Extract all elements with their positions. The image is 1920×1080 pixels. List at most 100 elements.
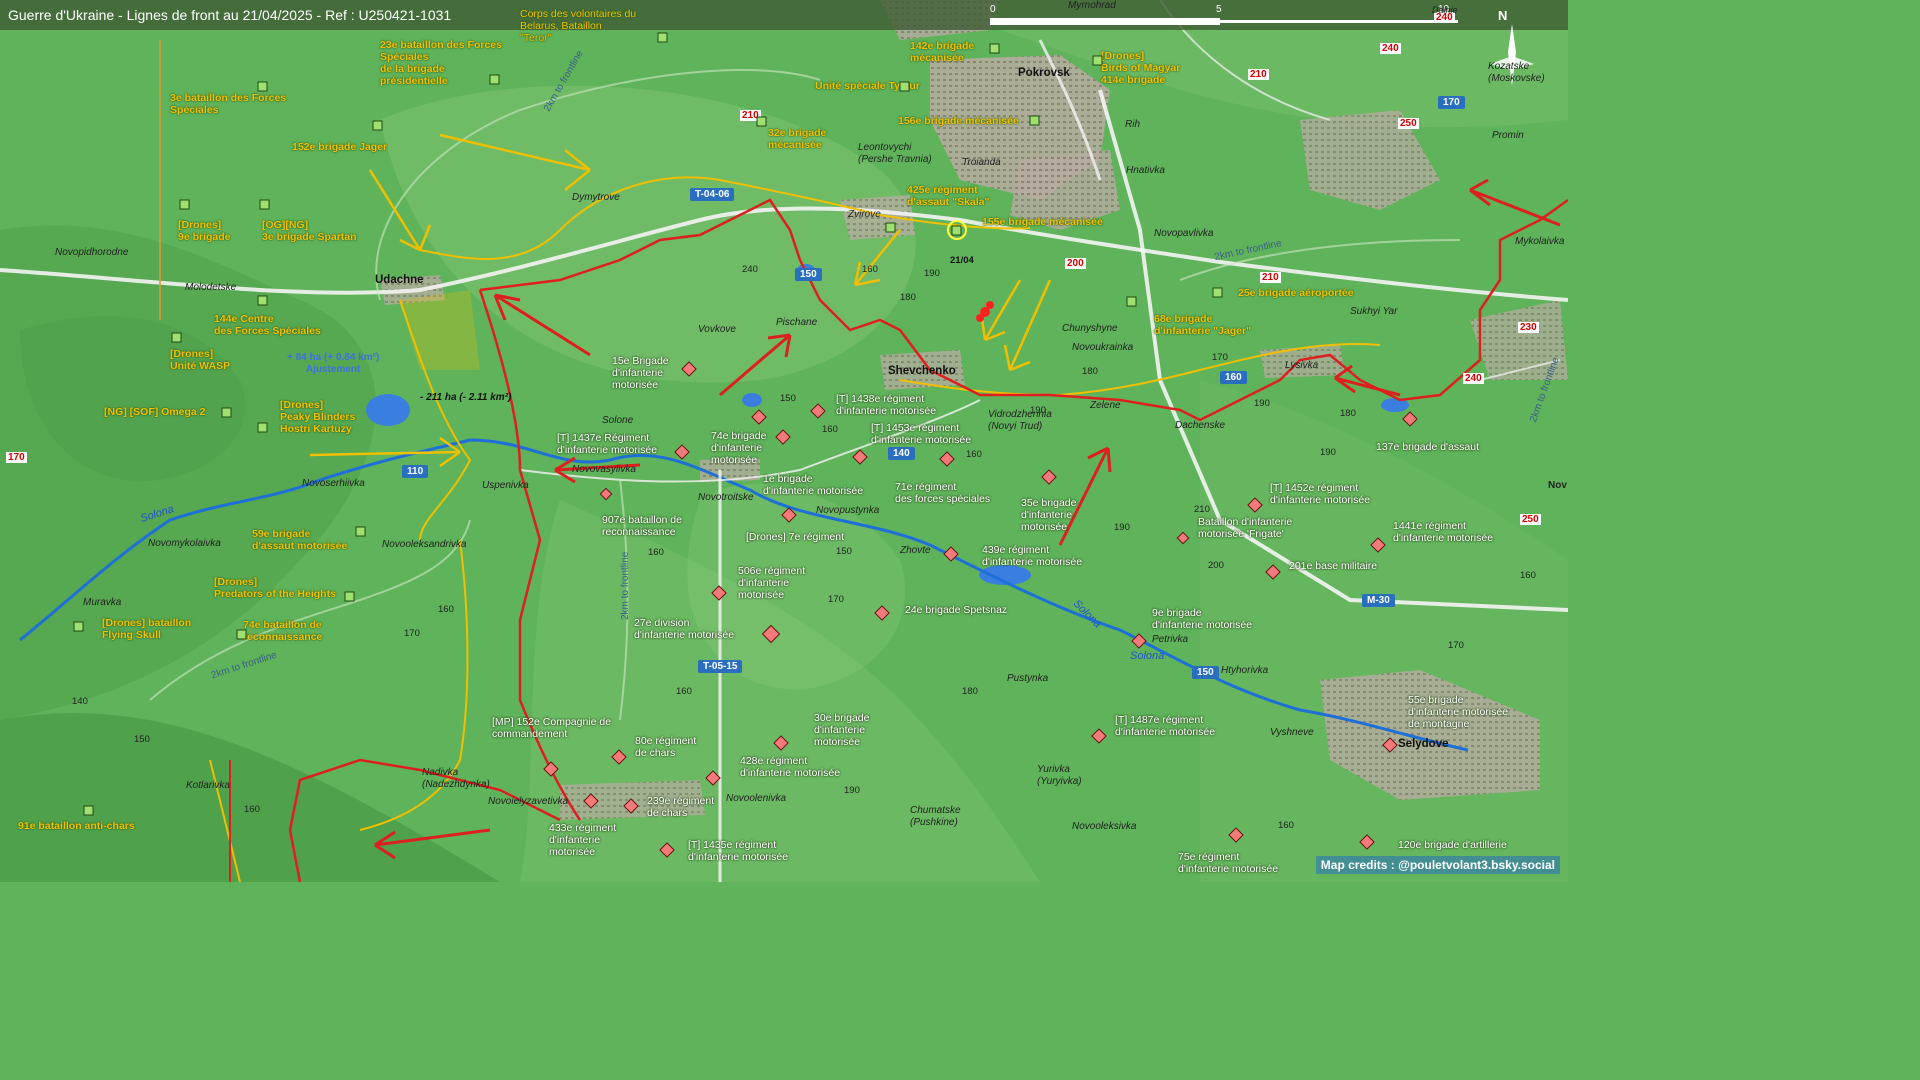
loss-annotation: - 211 ha (- 2.11 km²) bbox=[420, 392, 512, 403]
ua-unit-label[interactable]: 32e brigade mécanisée bbox=[768, 127, 826, 151]
ua-unit-label[interactable]: Unité spéciale Tymur bbox=[815, 80, 920, 92]
ua-unit-label[interactable]: 23e bataillon des Forces Spéciales de la… bbox=[380, 39, 502, 87]
ua-unit-label[interactable]: 68e brigade d'infanterie "Jager" bbox=[1154, 313, 1251, 337]
ua-unit-label[interactable]: [Drones] Birds of Magyar 414e brigade bbox=[1101, 50, 1180, 86]
ru-unit-label[interactable]: 55e brigade d'infanterie motorisée de mo… bbox=[1408, 694, 1508, 730]
elevation-label: 170 bbox=[1212, 352, 1228, 363]
road-shield-150b: 150 bbox=[1192, 666, 1219, 679]
town-label: Hnativka bbox=[1126, 165, 1165, 176]
ru-unit-label[interactable]: 1e brigade d'infanterie motorisée bbox=[763, 473, 863, 497]
road-shield-140: 140 bbox=[888, 447, 915, 460]
town-label: Htyhorivka bbox=[1221, 665, 1269, 676]
ru-unit-label[interactable]: 9e brigade d'infanterie motorisée bbox=[1152, 607, 1252, 631]
ua-unit-label[interactable]: 142e brigade mécanisée bbox=[910, 40, 974, 64]
town-label: Chumatske (Pushkine) bbox=[910, 805, 961, 828]
ru-unit-label[interactable]: 201e base militaire bbox=[1289, 560, 1377, 572]
ru-unit-label[interactable]: [T] 1435e régiment d'infanterie motorisé… bbox=[688, 839, 788, 863]
ru-unit-label[interactable]: 506e régiment d'infanterie motorisée bbox=[738, 565, 805, 601]
ru-unit-label[interactable]: 120e brigade d'artillerie bbox=[1398, 839, 1507, 851]
ru-unit-label[interactable]: 433e régiment d'infanterie motorisée bbox=[549, 822, 616, 858]
ru-unit-label[interactable]: 1441e régiment d'infanterie motorisée bbox=[1393, 520, 1493, 544]
elevation-label: 160 bbox=[244, 804, 260, 815]
ru-unit-label[interactable]: 71e régiment des forces spéciales bbox=[895, 481, 990, 505]
ua-unit-label[interactable]: 155e brigade mécanisée bbox=[982, 216, 1103, 228]
ru-unit-label[interactable]: 24e brigade Spetsnaz bbox=[905, 604, 1007, 616]
ua-unit-label[interactable]: 91e bataillon anti-chars bbox=[18, 820, 135, 832]
town-label: Muravka bbox=[83, 597, 122, 608]
ru-unit-label[interactable]: 80e régiment de chars bbox=[635, 735, 696, 759]
ua-unit-label[interactable]: 25e brigade aéroportée bbox=[1238, 287, 1354, 299]
ru-unit-label[interactable]: 15e Brigade d'infanterie motorisée bbox=[612, 355, 669, 391]
ru-unit-label[interactable]: 30e brigade d'infanterie motorisée bbox=[814, 712, 869, 748]
ru-unit-label[interactable]: 35e brigade d'infanterie motorisée bbox=[1021, 497, 1076, 533]
ua-unit-label[interactable]: 74e bataillon de reconnaissance bbox=[243, 619, 322, 643]
ru-unit-label[interactable]: [T] 1487e régiment d'infanterie motorisé… bbox=[1115, 714, 1215, 738]
road-shield-110: 110 bbox=[402, 465, 429, 478]
town-label: Novovasylivka bbox=[572, 464, 636, 475]
city-label: Selydove bbox=[1398, 738, 1449, 750]
town-label: Novooleksivka bbox=[1072, 821, 1137, 832]
ru-unit-label[interactable]: 137e brigade d'assaut bbox=[1376, 441, 1479, 453]
ua-unit-label[interactable]: 152e brigade Jager bbox=[292, 141, 387, 153]
town-label: Pustynka bbox=[1007, 673, 1049, 684]
elevation-label: 160 bbox=[676, 686, 692, 697]
map-credits[interactable]: Map credits : @pouletvolant3.bsky.social bbox=[1315, 856, 1560, 874]
elevation-label: 160 bbox=[1278, 820, 1294, 831]
elevation-label: 240 bbox=[742, 264, 758, 275]
elevation-label: 180 bbox=[900, 292, 916, 303]
ru-unit-label[interactable]: 75e régiment d'infanterie motorisée bbox=[1178, 851, 1278, 875]
town-label: Myrnohrad bbox=[1068, 0, 1116, 11]
ru-unit-label[interactable]: 239e régiment de chars bbox=[647, 795, 714, 819]
town-label: Pischane bbox=[776, 317, 818, 328]
elevation-label: 190 bbox=[1114, 522, 1130, 533]
ru-unit-label[interactable]: [T] 1437e Régiment d'infanterie motorisé… bbox=[557, 432, 657, 456]
ru-unit-label[interactable]: [MP] 152e Compagnie de commandement bbox=[492, 716, 611, 740]
ua-unit-label[interactable]: [OG][NG] 3e brigade Spartan bbox=[262, 219, 357, 243]
ru-unit-label[interactable]: [T] 1453e régiment d'infanterie motorisé… bbox=[871, 422, 971, 446]
ua-unit-label[interactable]: [Drones] Peaky Blinders Hostri Kartuzy bbox=[280, 399, 355, 435]
elevation-label: 160 bbox=[862, 264, 878, 275]
town-label: Leontovychi (Pershe Travnia) bbox=[858, 142, 932, 165]
town-label: Zelene bbox=[1090, 400, 1121, 411]
ua-unit-label[interactable]: [Drones] Unité WASP bbox=[170, 348, 230, 372]
ua-unit-label[interactable]: 3e bataillon des Forces Spéciales bbox=[170, 92, 286, 116]
ru-unit-label[interactable]: [T] 1452e régiment d'infanterie motorisé… bbox=[1270, 482, 1370, 506]
ru-unit-label[interactable]: 27e division d'infanterie motorisée bbox=[634, 617, 734, 641]
ru-unit-label[interactable]: 74e brigade d'infanterie motorisée bbox=[711, 430, 766, 466]
ua-unit-label[interactable]: [Drones] bataillon Flying Skull bbox=[102, 617, 191, 641]
town-label: Lysivka bbox=[1285, 360, 1319, 371]
ua-unit-label[interactable]: 144e Centre des Forces Spéciales bbox=[214, 313, 321, 337]
ru-unit-label[interactable]: [Drones] 7e régiment bbox=[746, 531, 844, 543]
elevation-label: 160 bbox=[648, 547, 664, 558]
ru-unit-label[interactable]: Bataillon d'infanterie motorisée 'Frigat… bbox=[1198, 516, 1292, 540]
front-line-map[interactable]: Guerre d'Ukraine - Lignes de front au 21… bbox=[0, 0, 1568, 882]
town-label: Zhovte bbox=[900, 545, 931, 556]
town-label: Dalnie bbox=[1432, 5, 1458, 15]
town-label: Novopustynka bbox=[816, 505, 880, 516]
ru-unit-label[interactable]: 428e régiment d'infanterie motorisée bbox=[740, 755, 840, 779]
road-number: 250 bbox=[1398, 118, 1419, 129]
ua-unit-label[interactable]: [Drones] Predators of the Heights bbox=[214, 576, 336, 600]
ua-unit-label[interactable]: 59e brigade d'assaut motorisée bbox=[252, 528, 347, 552]
town-label: Molodetske bbox=[185, 282, 237, 293]
road-shield-160: 160 bbox=[1220, 371, 1247, 384]
ua-unit-label[interactable]: 156e brigade mécanisée bbox=[898, 115, 1019, 127]
ua-unit-label[interactable]: [NG] [SOF] Omega 2 bbox=[104, 406, 206, 418]
ua-unit-label[interactable]: 425e régiment d'assaut "Skala" bbox=[907, 184, 990, 208]
town-label: Nadivka (Nadezhdynka) bbox=[422, 767, 490, 790]
road-shield-150: 150 bbox=[795, 268, 822, 281]
ru-unit-label[interactable]: 439e régiment d'infanterie motorisée bbox=[982, 544, 1082, 568]
road-number: 170 bbox=[6, 452, 27, 463]
ua-unit-label[interactable]: [Drones] 9e brigade bbox=[178, 219, 231, 243]
elevation-label: 170 bbox=[404, 628, 420, 639]
elevation-label: 140 bbox=[72, 696, 88, 707]
elevation-label: 190 bbox=[924, 268, 940, 279]
town-label: Solone bbox=[602, 415, 634, 426]
town-label: Mykolaivka bbox=[1515, 236, 1565, 247]
ru-unit-label[interactable]: 907e bataillon de reconnaissance bbox=[602, 514, 682, 538]
town-label: Nov bbox=[1548, 480, 1567, 491]
town-label: Chunyshyne bbox=[1062, 323, 1118, 334]
ua-unit-label[interactable]: Corps des volontaires du Belarus, Batail… bbox=[520, 8, 636, 44]
ru-unit-label[interactable]: [T] 1438e régiment d'infanterie motorisé… bbox=[836, 393, 936, 417]
town-label: Novoolenivka bbox=[726, 793, 787, 804]
